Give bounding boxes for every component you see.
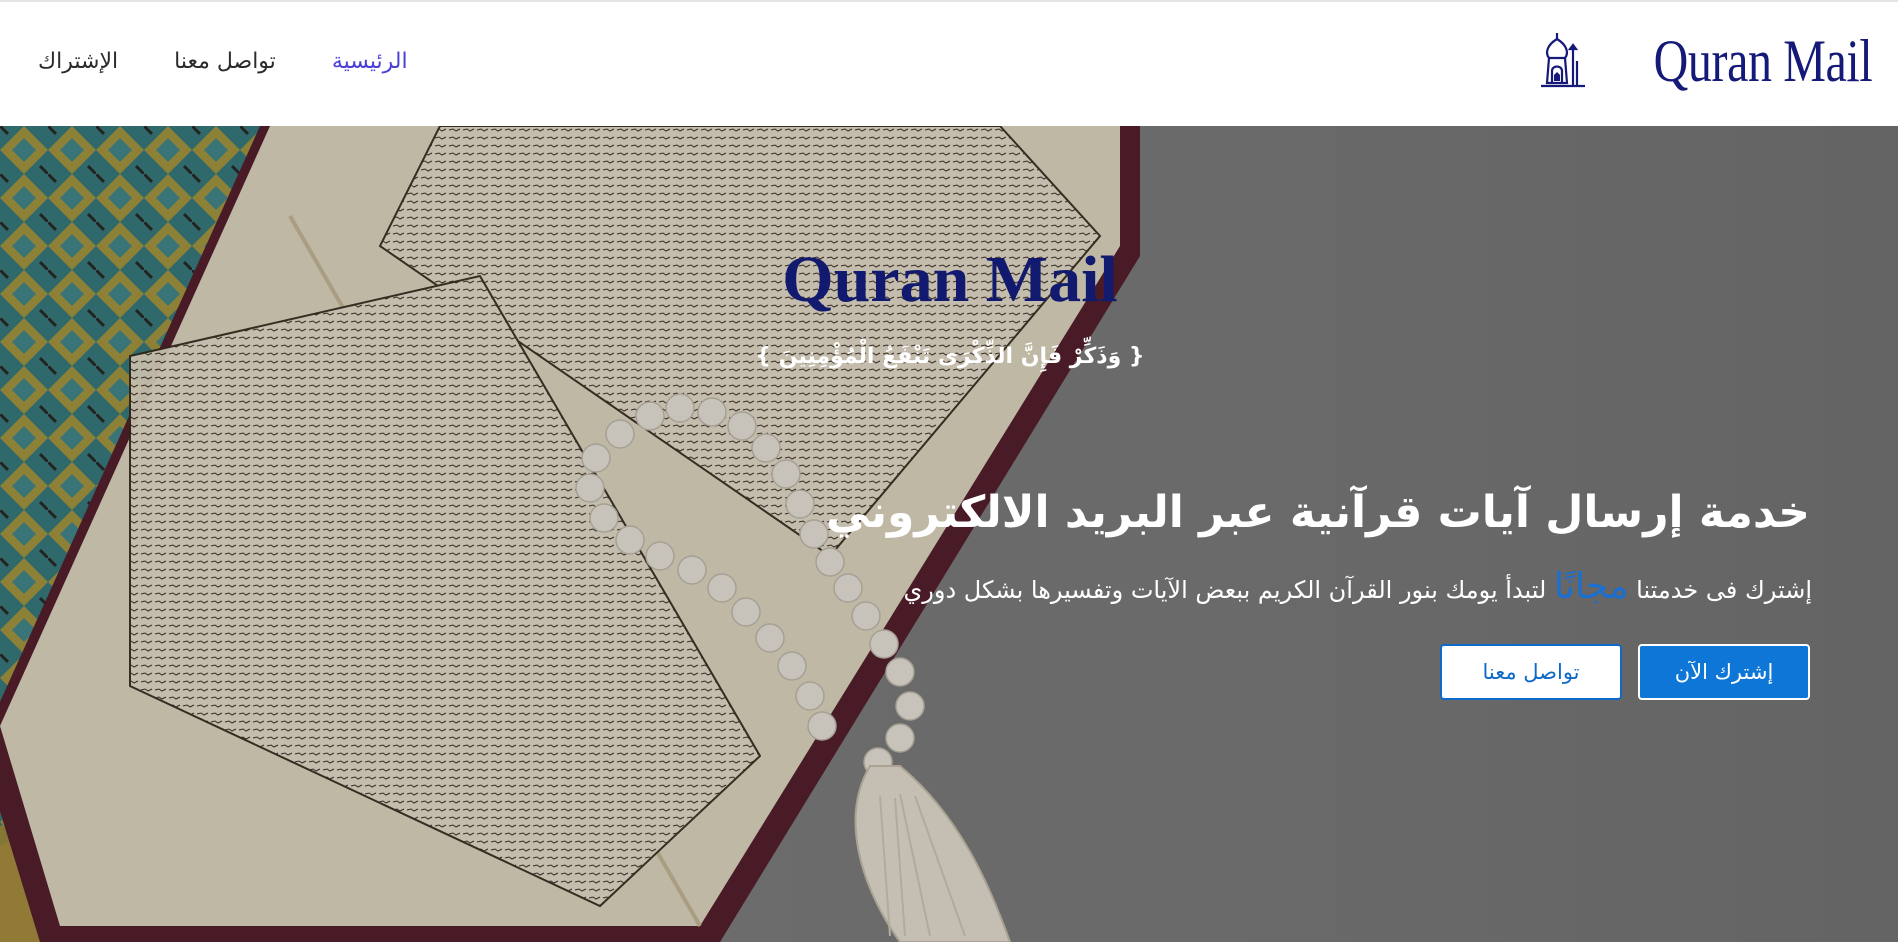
mosque-lantern-icon	[1540, 33, 1585, 88]
contact-us-button[interactable]: تواصل معنا	[1440, 644, 1622, 700]
nav-links: الرئيسية تواصل معنا الإشتراك	[38, 2, 408, 120]
hero-ayah: { وَذَكِّرْ فَإِنَّ الذِّكْرَى تَنْفَعُ …	[755, 344, 1145, 369]
hero-subtitle: إشترك فى خدمتنا مجانًا لتبدأ يومك بنور ا…	[903, 560, 1812, 614]
subtitle-part-1: إشترك فى خدمتنا	[1636, 576, 1812, 604]
nav-link-home[interactable]: الرئيسية	[332, 49, 408, 74]
brand-logo[interactable]: Quran Mail	[1535, 24, 1872, 98]
nav-link-subscribe[interactable]: الإشتراك	[38, 49, 118, 74]
navbar: الرئيسية تواصل معنا الإشتراك Quran Mail	[0, 2, 1898, 126]
hero-section: Quran Mail { وَذَكِّرْ فَإِنَّ الذِّكْرَ…	[0, 126, 1898, 942]
hero-headline: خدمة إرسال آيات قرآنية عبر البريد الالكت…	[825, 487, 1810, 538]
hero-actions: إشترك الآن تواصل معنا	[1440, 644, 1810, 700]
nav-link-contact[interactable]: تواصل معنا	[174, 49, 276, 74]
free-highlight: مجانًا	[1554, 566, 1629, 607]
hero-title: Quran Mail	[782, 243, 1118, 316]
brand-name: Quran Mail	[1653, 28, 1872, 94]
subscribe-now-button[interactable]: إشترك الآن	[1638, 644, 1810, 700]
subtitle-part-2: لتبدأ يومك بنور القرآن الكريم ببعض الآيا…	[903, 576, 1547, 604]
